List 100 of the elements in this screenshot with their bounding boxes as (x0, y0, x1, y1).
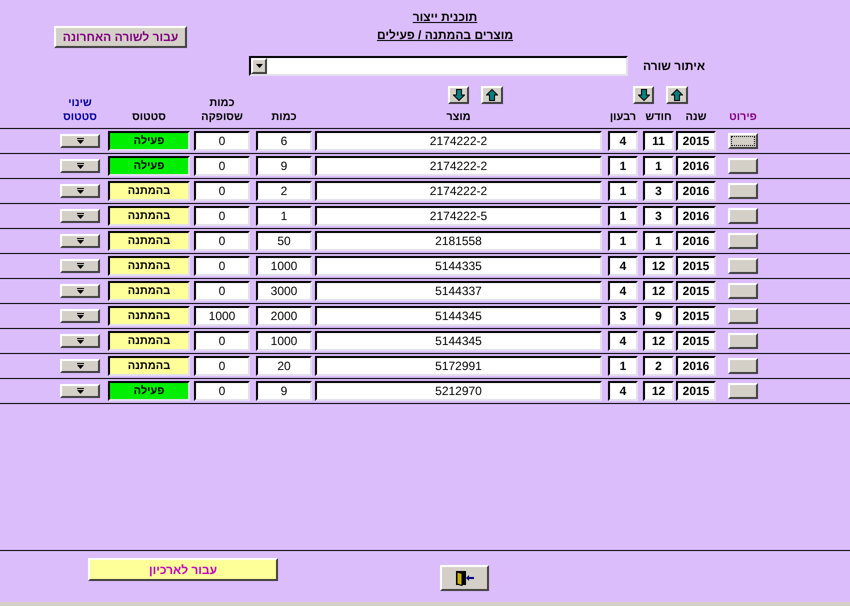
year-field[interactable]: 2015 (676, 256, 716, 276)
supplied-quantity-field[interactable]: 0 (194, 356, 250, 376)
quarter-field[interactable]: 1 (608, 206, 638, 226)
details-button[interactable] (728, 133, 758, 149)
change-status-button[interactable] (60, 259, 100, 273)
quarter-field[interactable]: 1 (608, 356, 638, 376)
change-status-button[interactable] (60, 359, 100, 373)
dropdown-button[interactable] (251, 58, 267, 74)
month-field[interactable]: 12 (643, 256, 674, 276)
year-field[interactable]: 2015 (676, 381, 716, 401)
supplied-quantity-field[interactable]: 0 (194, 281, 250, 301)
product-field[interactable]: 2174222-2 (315, 131, 602, 151)
down-caret-icon (76, 388, 84, 394)
quarter-field[interactable]: 1 (608, 231, 638, 251)
product-field[interactable]: 5144335 (315, 256, 602, 276)
details-button[interactable] (728, 208, 758, 224)
supplied-quantity-field[interactable]: 0 (194, 131, 250, 151)
month-field[interactable]: 3 (643, 206, 674, 226)
down-arrow-button[interactable] (448, 86, 469, 104)
year-field[interactable]: 2015 (676, 306, 716, 326)
supplied-quantity-field[interactable]: 0 (194, 231, 250, 251)
exit-button[interactable] (440, 565, 489, 591)
down-caret-icon (76, 263, 84, 269)
year-field[interactable]: 2016 (676, 356, 716, 376)
go-to-archive-button[interactable]: עבור לארכיון (88, 558, 278, 581)
year-field[interactable]: 2015 (676, 281, 716, 301)
status-field: בהמתנה (108, 206, 190, 226)
change-status-button[interactable] (60, 284, 100, 298)
quantity-field[interactable]: 1 (256, 206, 312, 226)
quantity-field[interactable]: 6 (256, 131, 312, 151)
product-field[interactable]: 5144345 (315, 306, 602, 326)
month-field[interactable]: 12 (643, 331, 674, 351)
quarter-field[interactable]: 3 (608, 306, 638, 326)
details-button[interactable] (728, 333, 758, 349)
change-status-button[interactable] (60, 159, 100, 173)
details-button[interactable] (728, 383, 758, 399)
change-status-button[interactable] (60, 209, 100, 223)
product-field[interactable]: 5172991 (315, 356, 602, 376)
details-button[interactable] (728, 308, 758, 324)
month-field[interactable]: 1 (643, 156, 674, 176)
quantity-field[interactable]: 3000 (256, 281, 312, 301)
details-button[interactable] (728, 258, 758, 274)
month-field[interactable]: 9 (643, 306, 674, 326)
supplied-quantity-field[interactable]: 1000 (194, 306, 250, 326)
product-field[interactable]: 2174222-2 (315, 156, 602, 176)
product-field[interactable]: 2174222-2 (315, 181, 602, 201)
product-field[interactable]: 2181558 (315, 231, 602, 251)
quarter-field[interactable]: 1 (608, 156, 638, 176)
product-field[interactable]: 5144337 (315, 281, 602, 301)
quarter-field[interactable]: 4 (608, 256, 638, 276)
quantity-field[interactable]: 9 (256, 381, 312, 401)
change-status-button[interactable] (60, 309, 100, 323)
up-arrow-button[interactable] (481, 86, 503, 104)
month-field[interactable]: 1 (643, 231, 674, 251)
go-to-last-row-button[interactable]: עבור לשורה האחרונה (54, 26, 187, 48)
quarter-field[interactable]: 4 (608, 381, 638, 401)
year-field[interactable]: 2016 (676, 181, 716, 201)
details-button[interactable] (728, 158, 758, 174)
quantity-field[interactable]: 50 (256, 231, 312, 251)
supplied-quantity-field[interactable]: 0 (194, 381, 250, 401)
details-button[interactable] (728, 358, 758, 374)
quarter-field[interactable]: 4 (608, 331, 638, 351)
quantity-field[interactable]: 1000 (256, 331, 312, 351)
product-field[interactable]: 2174222-5 (315, 206, 602, 226)
supplied-quantity-field[interactable]: 0 (194, 206, 250, 226)
product-field[interactable]: 5144345 (315, 331, 602, 351)
quantity-field[interactable]: 9 (256, 156, 312, 176)
details-button[interactable] (728, 183, 758, 199)
year-field[interactable]: 2015 (676, 131, 716, 151)
year-field[interactable]: 2016 (676, 156, 716, 176)
quantity-field[interactable]: 2000 (256, 306, 312, 326)
details-button[interactable] (728, 233, 758, 249)
details-button[interactable] (728, 283, 758, 299)
down-arrow-button[interactable] (633, 86, 654, 104)
supplied-quantity-field[interactable]: 0 (194, 256, 250, 276)
year-field[interactable]: 2016 (676, 231, 716, 251)
quarter-field[interactable]: 1 (608, 181, 638, 201)
change-status-button[interactable] (60, 234, 100, 248)
month-field[interactable]: 11 (643, 131, 674, 151)
quantity-field[interactable]: 1000 (256, 256, 312, 276)
change-status-button[interactable] (60, 184, 100, 198)
change-status-button[interactable] (60, 134, 100, 148)
month-field[interactable]: 12 (643, 281, 674, 301)
month-field[interactable]: 2 (643, 356, 674, 376)
quantity-field[interactable]: 20 (256, 356, 312, 376)
supplied-quantity-field[interactable]: 0 (194, 181, 250, 201)
year-field[interactable]: 2015 (676, 331, 716, 351)
supplied-quantity-field[interactable]: 0 (194, 331, 250, 351)
year-field[interactable]: 2016 (676, 206, 716, 226)
up-arrow-button[interactable] (666, 86, 688, 104)
quarter-field[interactable]: 4 (608, 281, 638, 301)
find-row-combobox[interactable] (249, 56, 628, 76)
month-field[interactable]: 3 (643, 181, 674, 201)
change-status-button[interactable] (60, 384, 100, 398)
change-status-button[interactable] (60, 334, 100, 348)
quantity-field[interactable]: 2 (256, 181, 312, 201)
product-field[interactable]: 5212970 (315, 381, 602, 401)
supplied-quantity-field[interactable]: 0 (194, 156, 250, 176)
quarter-field[interactable]: 4 (608, 131, 638, 151)
month-field[interactable]: 12 (643, 381, 674, 401)
